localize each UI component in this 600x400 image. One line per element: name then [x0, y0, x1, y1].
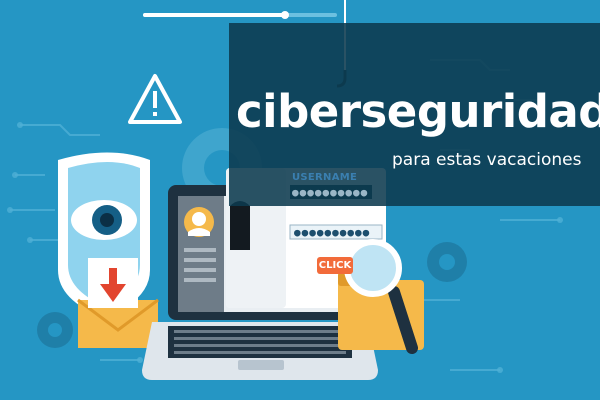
username-label: USERNAME	[292, 172, 358, 183]
gear-icon-left	[37, 312, 73, 348]
click-button[interactable]: CLICK	[317, 257, 353, 274]
hero-banner: ciberseguridad para estas vacaciones USE…	[0, 0, 600, 400]
page-subtitle: para estas vacaciones	[392, 150, 582, 170]
download-arrow-icon	[88, 258, 138, 308]
gear-icon-right	[427, 242, 467, 282]
decor-slider-knob	[281, 11, 289, 19]
profile-card	[178, 196, 224, 312]
warning-icon	[128, 74, 182, 124]
page-title: ciberseguridad	[236, 85, 600, 138]
username-value[interactable]: ●●●●●●●●●●	[292, 186, 368, 199]
password-label: PASSWORD	[292, 211, 359, 222]
password-value[interactable]: ●●●●●●●●●●	[294, 226, 370, 239]
